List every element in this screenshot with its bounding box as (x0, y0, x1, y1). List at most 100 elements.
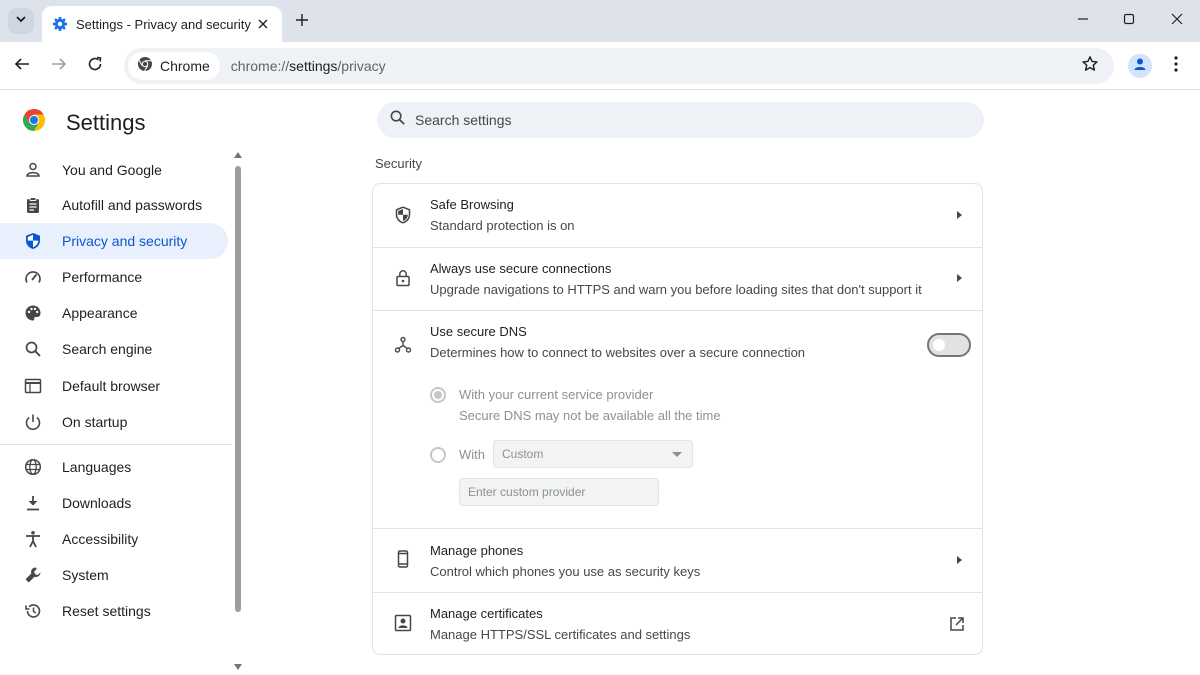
minimize-icon (1077, 12, 1089, 30)
chrome-color-logo-icon (22, 108, 46, 137)
maximize-button[interactable] (1118, 10, 1140, 32)
secure-connections-row[interactable]: Always use secure connections Upgrade na… (373, 247, 982, 310)
select-value: Custom (502, 447, 544, 461)
chrome-menu-button[interactable] (1166, 54, 1186, 78)
star-icon (1081, 55, 1099, 78)
settings-search-box[interactable] (377, 102, 984, 138)
back-icon (14, 56, 30, 77)
sidebar-item-label: Appearance (62, 305, 138, 321)
sidebar-item-privacy-and-security[interactable]: Privacy and security (0, 223, 228, 259)
kebab-menu-icon (1174, 55, 1178, 77)
manage-certificates-row[interactable]: Manage certificates Manage HTTPS/SSL cer… (373, 592, 982, 655)
secure-dns-toggle[interactable] (927, 333, 971, 357)
sidebar-divider (0, 444, 232, 445)
search-icon (389, 109, 406, 131)
shield-outline-icon (394, 206, 412, 224)
sidebar-item-accessibility[interactable]: Accessibility (0, 521, 228, 557)
browser-window-icon (23, 376, 43, 396)
sidebar-item-default-browser[interactable]: Default browser (0, 368, 228, 404)
row-title: Always use secure connections (430, 261, 612, 276)
clipboard-icon (23, 195, 43, 215)
scrollbar-thumb[interactable] (235, 166, 241, 612)
tab-search-button[interactable] (8, 8, 34, 34)
sidebar-item-downloads[interactable]: Downloads (0, 485, 228, 521)
forward-button[interactable] (47, 54, 71, 78)
scroll-down-arrow-icon[interactable] (234, 664, 242, 670)
speedometer-icon (23, 267, 43, 287)
close-window-icon (1171, 12, 1183, 30)
download-icon (23, 493, 43, 513)
back-button[interactable] (10, 54, 34, 78)
settings-header: Settings (22, 108, 146, 137)
certificate-icon (394, 614, 412, 632)
scroll-up-arrow-icon[interactable] (234, 152, 242, 158)
site-info-chip[interactable]: Chrome (128, 52, 220, 80)
url-path: /privacy (337, 58, 386, 74)
sidebar-item-label: Accessibility (62, 531, 139, 547)
row-title: Safe Browsing (430, 197, 514, 212)
sidebar-item-label: Autofill and passwords (62, 197, 203, 213)
section-title: Security (375, 156, 422, 171)
custom-provider-input[interactable] (459, 478, 659, 506)
dns-provider-select[interactable]: Custom (493, 440, 693, 468)
sidebar-item-search-engine[interactable]: Search engine (0, 331, 228, 367)
tab-title: Settings - Privacy and security (76, 16, 251, 32)
close-window-button[interactable] (1166, 10, 1188, 32)
plus-icon (296, 13, 308, 31)
row-title: Manage phones (430, 543, 524, 558)
sidebar-item-on-startup[interactable]: On startup (0, 404, 228, 440)
search-icon (23, 339, 43, 359)
reload-button[interactable] (83, 54, 107, 78)
row-title: Manage certificates (430, 606, 543, 621)
sidebar-item-label: Languages (62, 459, 132, 475)
bookmark-button[interactable] (1078, 54, 1102, 78)
forward-icon (51, 56, 67, 77)
address-bar[interactable]: Chrome chrome://settings/privacy (124, 48, 1114, 84)
new-tab-button[interactable] (292, 12, 312, 32)
gear-icon (52, 16, 68, 32)
sidebar-item-performance[interactable]: Performance (0, 259, 228, 295)
row-subtitle: Upgrade navigations to HTTPS and warn yo… (430, 282, 922, 297)
open-in-new-icon[interactable] (948, 615, 966, 633)
sidebar-item-appearance[interactable]: Appearance (0, 295, 228, 331)
site-chip-label: Chrome (160, 58, 210, 74)
tab-strip: Settings - Privacy and security (0, 0, 1200, 42)
sidebar-scrollbar[interactable] (234, 152, 242, 670)
sidebar-item-label: System (62, 567, 109, 583)
sidebar-item-label: You and Google (62, 162, 162, 178)
row-subtitle: Manage HTTPS/SSL certificates and settin… (430, 627, 691, 642)
minimize-button[interactable] (1072, 10, 1094, 32)
sidebar-item-autofill[interactable]: Autofill and passwords (0, 187, 228, 223)
url-text[interactable]: chrome://settings/privacy (231, 58, 386, 74)
security-card: Safe Browsing Standard protection is on … (372, 183, 983, 655)
url-host: settings (289, 58, 338, 74)
accessibility-icon (23, 529, 43, 549)
sidebar-item-label: Performance (62, 269, 143, 285)
sidebar-item-label: Search engine (62, 341, 153, 357)
search-input[interactable] (415, 112, 935, 128)
chevron-right-icon (957, 211, 962, 219)
tab-settings[interactable]: Settings - Privacy and security (42, 6, 282, 42)
maximize-icon (1123, 12, 1135, 30)
page-title: Settings (66, 109, 146, 135)
row-subtitle: Determines how to connect to websites ov… (430, 345, 806, 360)
close-icon[interactable] (254, 15, 272, 33)
power-icon (23, 412, 43, 432)
history-icon (23, 601, 43, 621)
sidebar-item-you-and-google[interactable]: You and Google (0, 152, 228, 188)
profile-button[interactable] (1128, 54, 1152, 78)
phone-icon (394, 550, 412, 568)
sidebar-item-label: Downloads (62, 495, 132, 511)
chevron-right-icon (957, 274, 962, 282)
sidebar-item-languages[interactable]: Languages (0, 449, 228, 485)
reload-icon (87, 56, 103, 77)
wrench-icon (23, 565, 43, 585)
manage-phones-row[interactable]: Manage phones Control which phones you u… (373, 528, 982, 592)
sidebar-item-reset-settings[interactable]: Reset settings (0, 593, 228, 629)
sidebar-item-label: On startup (62, 414, 128, 430)
radio-custom-provider[interactable] (430, 447, 446, 463)
sidebar-item-system[interactable]: System (0, 557, 228, 593)
chevron-right-icon (957, 556, 962, 564)
radio-current-provider[interactable] (430, 387, 446, 403)
safe-browsing-row[interactable]: Safe Browsing Standard protection is on (373, 184, 982, 247)
